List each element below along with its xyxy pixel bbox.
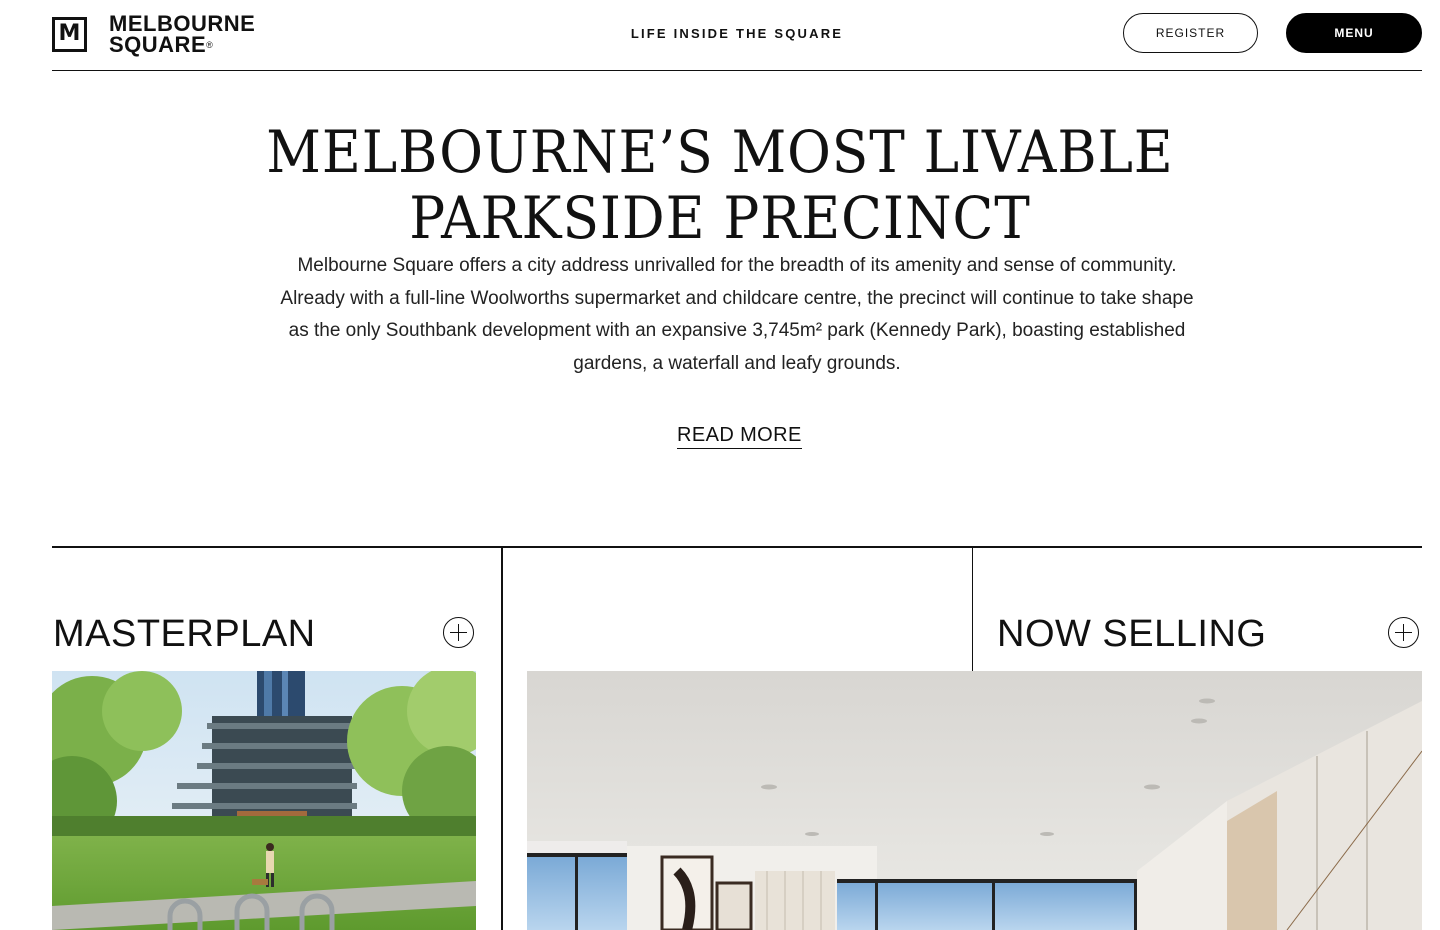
menu-button[interactable]: MENU <box>1286 13 1422 53</box>
column-divider <box>501 546 503 930</box>
registered-mark: ® <box>206 40 214 50</box>
page-title-line-2: PARKSIDE PRECINCT <box>409 183 1031 252</box>
masterplan-image[interactable] <box>52 671 476 930</box>
plus-circle-icon[interactable] <box>443 617 474 648</box>
tagline-link[interactable]: LIFE INSIDE THE SQUARE <box>622 26 852 41</box>
logo-mark-icon: M <box>52 16 87 52</box>
now-selling-title[interactable]: NOW SELLING <box>997 612 1266 656</box>
now-selling-image[interactable] <box>527 671 1422 930</box>
plus-circle-icon[interactable] <box>1388 617 1419 648</box>
page-title-line-1: MELBOURNE’S MOST LIVABLE <box>266 117 1174 186</box>
masterplan-title[interactable]: MASTERPLAN <box>53 612 316 656</box>
column-divider <box>972 546 973 671</box>
site-logo[interactable]: M MELBOURNE SQUARE® <box>52 13 255 57</box>
read-more-link[interactable]: READ MORE <box>677 423 802 449</box>
page-title: MELBOURNE’S MOST LIVABLE PARKSIDE PRECIN… <box>58 119 1383 251</box>
site-header: M MELBOURNE SQUARE® LIFE INSIDE THE SQUA… <box>52 0 1422 71</box>
logo-wordmark: MELBOURNE SQUARE® <box>109 13 255 57</box>
logo-line-2: SQUARE <box>109 32 207 57</box>
register-button[interactable]: REGISTER <box>1123 13 1258 53</box>
intro-paragraph: Melbourne Square offers a city address u… <box>280 255 1194 374</box>
section-divider <box>52 546 1422 548</box>
